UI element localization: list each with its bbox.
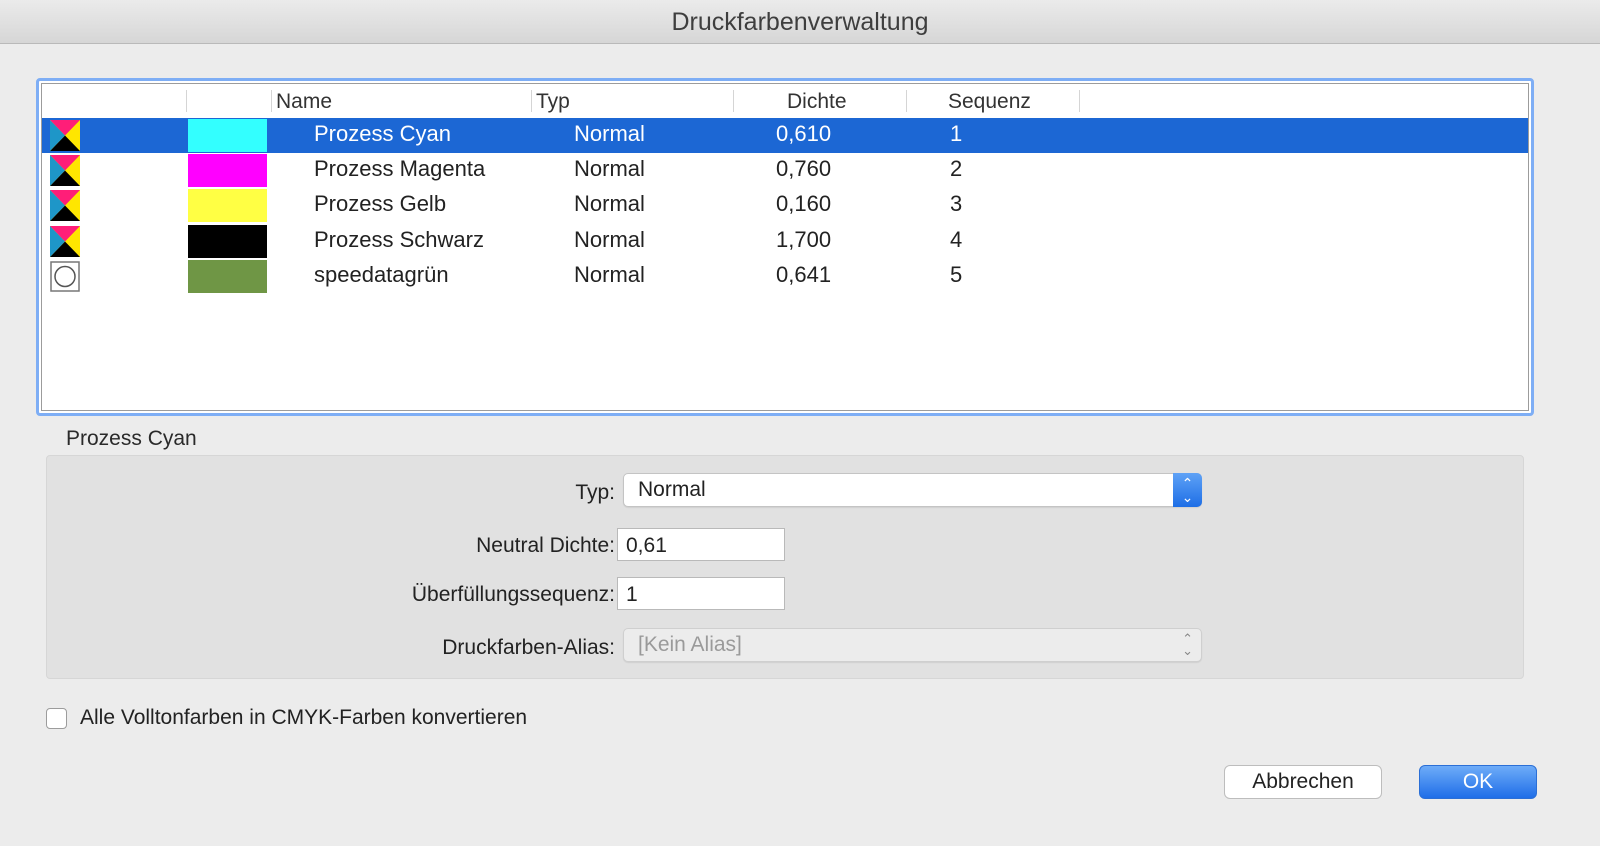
- process-ink-icon: [50, 120, 80, 151]
- table-row[interactable]: Prozess Cyan Normal 0,610 1: [42, 118, 1528, 153]
- select-arrows-icon: ⌃ ⌄: [1182, 631, 1193, 658]
- color-swatch: [188, 259, 267, 293]
- column-separator: [906, 90, 907, 112]
- table-header: Name Typ Dichte Sequenz: [42, 84, 1528, 119]
- ink-sequence: 5: [950, 261, 963, 287]
- column-header-sequence[interactable]: Sequenz: [948, 90, 1031, 114]
- color-swatch: [188, 224, 267, 258]
- ok-button[interactable]: OK: [1419, 765, 1537, 799]
- ink-table-body: Name Typ Dichte Sequenz Prozess Cyan Norm…: [41, 83, 1529, 411]
- ink-type: Normal: [574, 261, 645, 287]
- alias-select-value: [Kein Alias]: [638, 633, 742, 656]
- density-field[interactable]: 0,61: [617, 528, 785, 561]
- process-ink-icon: [50, 190, 80, 222]
- ink-type: Normal: [574, 121, 645, 146]
- convert-spot-label[interactable]: Alle Volltonfarben in CMYK-Farben konver…: [80, 706, 527, 730]
- ink-name: Prozess Cyan: [314, 121, 451, 146]
- ink-density: 0,610: [776, 121, 832, 146]
- ink-table[interactable]: Name Typ Dichte Sequenz Prozess Cyan Norm…: [36, 78, 1534, 416]
- spot-ink-icon: [50, 261, 80, 292]
- column-separator: [531, 90, 532, 112]
- ink-name: Prozess Magenta: [314, 156, 486, 182]
- type-select-value: Normal: [638, 478, 706, 501]
- ink-density: 0,760: [776, 156, 832, 182]
- ink-details-panel: Typ: Normal ⌃ ⌄ Neutral Dichte: 0,61 Über…: [46, 455, 1524, 679]
- column-header-name[interactable]: Name: [276, 90, 332, 114]
- alias-select: [Kein Alias] ⌃ ⌄: [623, 628, 1202, 662]
- color-swatch: [188, 189, 267, 223]
- ink-type: Normal: [574, 156, 645, 182]
- ink-density: 0,641: [776, 261, 832, 287]
- cancel-button[interactable]: Abbrechen: [1224, 765, 1382, 799]
- ink-sequence: 4: [950, 226, 963, 252]
- ink-density: 1,700: [776, 226, 832, 252]
- type-select[interactable]: Normal ⌃ ⌄: [623, 473, 1202, 507]
- ink-name: Prozess Gelb: [314, 191, 447, 217]
- alias-label: Druckfarben-Alias:: [442, 636, 615, 659]
- table-row[interactable]: Prozess Schwarz Normal 1,700 4: [42, 224, 1528, 259]
- column-separator: [733, 90, 734, 112]
- column-header-type[interactable]: Typ: [536, 90, 570, 114]
- color-swatch: [188, 119, 267, 152]
- window-title: Druckfarbenverwaltung: [671, 8, 929, 36]
- type-label: Typ:: [575, 481, 615, 504]
- table-row[interactable]: speedatagrün Normal 0,641 5: [42, 259, 1528, 294]
- table-row[interactable]: Prozess Magenta Normal 0,760 2: [42, 153, 1528, 188]
- column-header-density[interactable]: Dichte: [787, 90, 847, 114]
- process-ink-icon: [50, 225, 80, 257]
- ink-sequence: 3: [950, 191, 963, 217]
- density-label: Neutral Dichte:: [476, 534, 615, 557]
- convert-spot-checkbox[interactable]: [46, 708, 67, 729]
- ink-type: Normal: [574, 191, 645, 217]
- ink-sequence: 1: [950, 121, 963, 146]
- select-arrows-icon: ⌃ ⌄: [1173, 473, 1202, 507]
- sequence-field[interactable]: 1: [617, 577, 785, 610]
- details-title: Prozess Cyan: [66, 427, 197, 450]
- process-ink-icon: [50, 155, 80, 187]
- column-separator: [186, 90, 187, 112]
- ink-density: 0,160: [776, 191, 832, 217]
- ink-type: Normal: [574, 226, 645, 252]
- ink-sequence: 2: [950, 156, 963, 182]
- table-row[interactable]: Prozess Gelb Normal 0,160 3: [42, 188, 1528, 223]
- sequence-label: Überfüllungssequenz:: [411, 583, 615, 606]
- ink-name: speedatagrün: [314, 261, 449, 287]
- color-swatch: [188, 154, 267, 188]
- ink-name: Prozess Schwarz: [314, 226, 484, 252]
- title-bar: Druckfarbenverwaltung: [0, 0, 1600, 44]
- column-separator: [1079, 90, 1080, 112]
- column-separator: [271, 90, 272, 112]
